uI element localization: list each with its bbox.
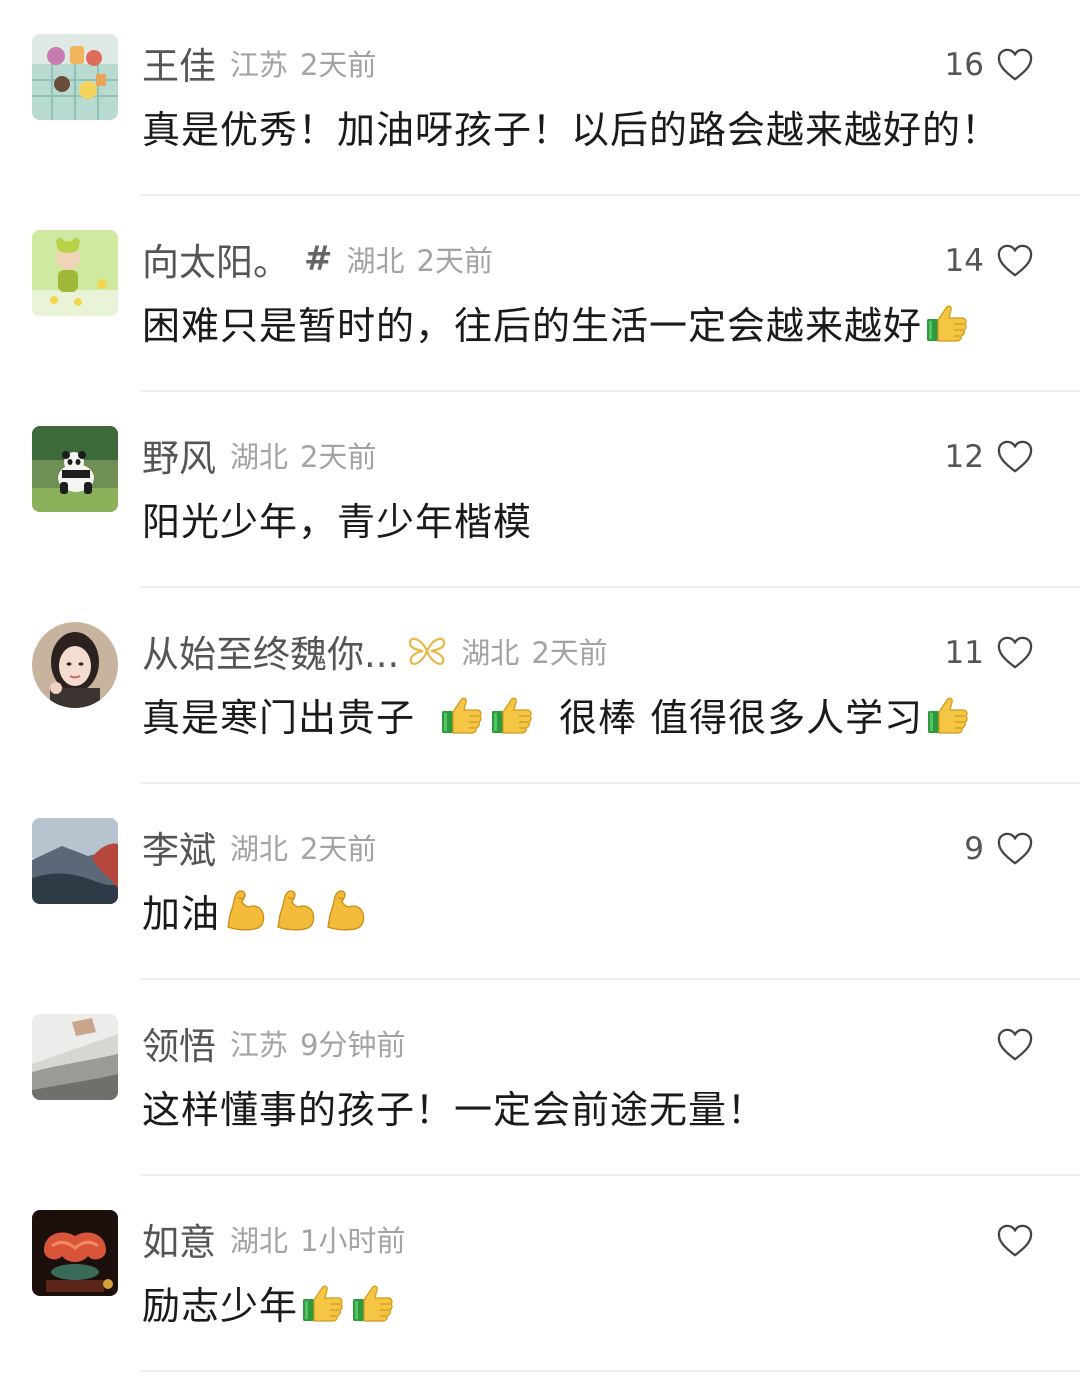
location: 湖北 [346, 244, 405, 278]
divider [140, 1370, 1080, 1372]
comment-body: 真是优秀！加油呀孩子！以后的路会越来越好的！ [142, 107, 1001, 152]
username[interactable]: 野风 [142, 428, 216, 482]
location: 湖北 [230, 1224, 289, 1258]
heart-icon[interactable] [996, 243, 1034, 279]
comment-text: 困难只是暂时的，往后的生活一定会越来越好 [142, 292, 972, 352]
hash-badge: # [304, 239, 333, 279]
like-button[interactable]: 11 [945, 628, 1034, 678]
comment-list: 王佳 江苏 2天前 16 真是优秀！加油呀孩子！以后的路会越来越好的！ 向太阳。… [0, 0, 1080, 1383]
avatar[interactable] [32, 1210, 118, 1296]
timestamp: 2天前 [416, 244, 493, 278]
comment-meta: 野风 湖北 2天前 [142, 430, 376, 480]
avatar[interactable] [32, 34, 118, 120]
comment-text: 真是寒门出贵子 很棒 值得很多人学习 [142, 684, 973, 744]
thumbs-up-emoji [489, 691, 535, 737]
comment-item[interactable]: 领悟 江苏 9分钟前 这样懂事的孩子！一定会前途无量！ [0, 980, 1080, 1176]
like-count: 12 [944, 439, 984, 475]
avatar[interactable] [32, 426, 118, 512]
comment-text: 这样懂事的孩子！一定会前途无量！ [142, 1076, 766, 1136]
username[interactable]: 从始至终魏你... [142, 624, 399, 678]
like-button[interactable]: 14 [945, 236, 1034, 286]
flexed-biceps-emoji [322, 887, 368, 933]
heart-icon[interactable] [996, 47, 1034, 83]
timestamp: 9分钟前 [300, 1028, 406, 1062]
like-count: 11 [944, 635, 984, 671]
comment-body-part: 很棒 值得很多人学习 [559, 695, 924, 740]
avatar[interactable] [32, 230, 118, 316]
heart-icon[interactable] [996, 831, 1034, 867]
location: 湖北 [230, 832, 289, 866]
comment-body: 困难只是暂时的，往后的生活一定会越来越好 [142, 303, 923, 348]
comment-body-part: 真是寒门出贵子 [142, 695, 416, 740]
username[interactable]: 领悟 [142, 1016, 216, 1070]
like-button[interactable]: 9 [964, 824, 1034, 874]
location: 湖北 [230, 440, 289, 474]
comment-text: 加油 [142, 880, 370, 940]
comment-body: 这样懂事的孩子！一定会前途无量！ [142, 1087, 767, 1132]
comment-meta: 从始至终魏你... 湖北 2天前 [142, 626, 608, 676]
timestamp: 1小时前 [300, 1224, 406, 1258]
username[interactable]: 向太阳。 [142, 232, 290, 286]
comment-item[interactable]: 野风 湖北 2天前 12 阳光少年，青少年楷模 [0, 392, 1080, 588]
comment-item[interactable]: 王佳 江苏 2天前 16 真是优秀！加油呀孩子！以后的路会越来越好的！ [0, 0, 1080, 196]
comment-meta: 向太阳。 # 湖北 2天前 [142, 234, 493, 284]
username[interactable]: 王佳 [142, 36, 216, 90]
comment-item[interactable]: 从始至终魏你... 湖北 2天前 11 真是寒门出贵子 很棒 值得很多人学习 [0, 588, 1080, 784]
avatar[interactable] [32, 818, 118, 904]
location: 湖北 [461, 636, 520, 670]
comment-text: 真是优秀！加油呀孩子！以后的路会越来越好的！ [142, 96, 1000, 156]
comment-body: 阳光少年，青少年楷模 [142, 499, 533, 544]
comment-meta: 领悟 江苏 9分钟前 [142, 1018, 405, 1068]
like-count: 14 [944, 243, 984, 279]
thumbs-up-emoji [300, 1279, 346, 1325]
comment-meta: 李斌 湖北 2天前 [142, 822, 376, 872]
heart-icon[interactable] [996, 1027, 1034, 1063]
like-count: 16 [944, 47, 984, 83]
comment-meta: 如意 湖北 1小时前 [142, 1214, 405, 1264]
avatar[interactable] [32, 622, 118, 708]
avatar[interactable] [32, 1014, 118, 1100]
thumbs-up-emoji [924, 299, 970, 345]
comment-item[interactable]: 李斌 湖北 2天前 9 加油 [0, 784, 1080, 980]
heart-icon[interactable] [996, 1223, 1034, 1259]
location: 江苏 [230, 48, 289, 82]
timestamp: 2天前 [531, 636, 608, 670]
username[interactable]: 李斌 [142, 820, 216, 874]
thumbs-up-emoji [925, 691, 971, 737]
timestamp: 2天前 [300, 440, 377, 474]
location: 江苏 [230, 1028, 289, 1062]
like-button[interactable] [996, 1216, 1034, 1266]
heart-icon[interactable] [996, 439, 1034, 475]
like-button[interactable] [996, 1020, 1034, 1070]
timestamp: 2天前 [300, 832, 377, 866]
like-button[interactable]: 16 [945, 40, 1034, 90]
like-count: 9 [964, 831, 984, 867]
comment-text: 励志少年 [142, 1272, 398, 1332]
comment-body: 加油 [142, 891, 221, 936]
heart-icon[interactable] [996, 635, 1034, 671]
timestamp: 2天前 [300, 48, 377, 82]
comment-text: 阳光少年，青少年楷模 [142, 488, 532, 548]
like-button[interactable]: 12 [945, 432, 1034, 482]
flexed-biceps-emoji [272, 887, 318, 933]
comment-item[interactable]: 如意 湖北 1小时前 励志少年 [0, 1176, 1080, 1372]
comment-body: 励志少年 [142, 1283, 299, 1328]
username[interactable]: 如意 [142, 1212, 216, 1266]
comment-meta: 王佳 江苏 2天前 [142, 38, 376, 88]
flexed-biceps-emoji [222, 887, 268, 933]
butterfly-badge-icon [407, 634, 447, 668]
thumbs-up-emoji [439, 691, 485, 737]
comment-item[interactable]: 向太阳。 # 湖北 2天前 14 困难只是暂时的，往后的生活一定会越来越好 [0, 196, 1080, 392]
thumbs-up-emoji [350, 1279, 396, 1325]
